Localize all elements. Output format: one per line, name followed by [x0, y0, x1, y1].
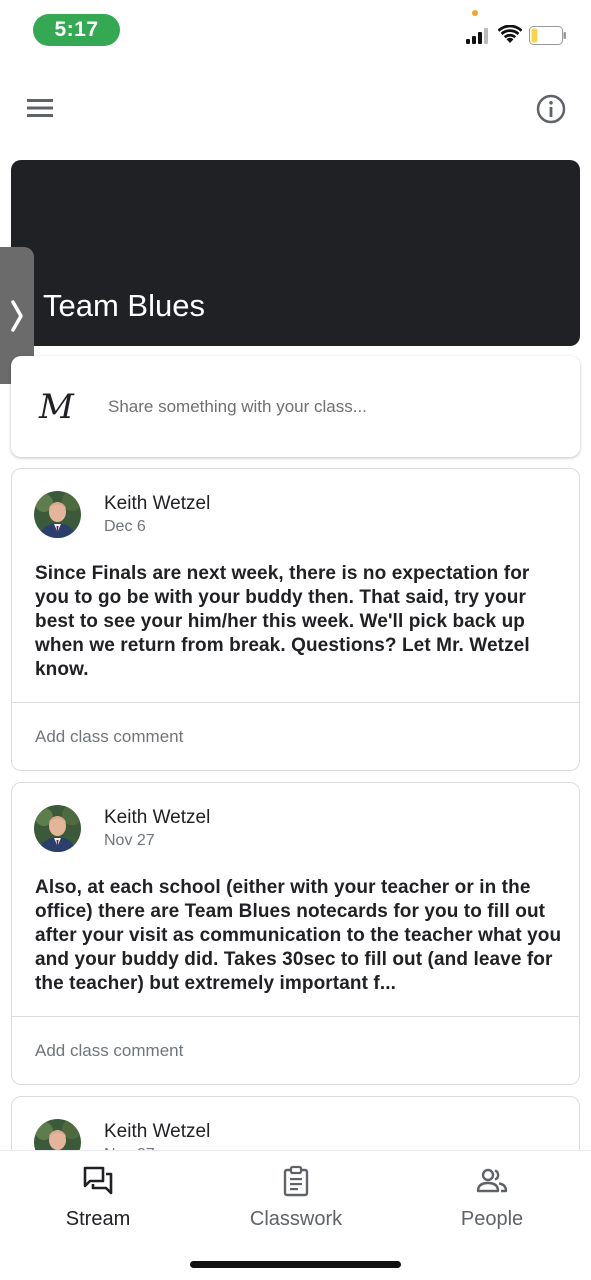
home-indicator: [190, 1261, 401, 1268]
share-with-class-box[interactable]: M Share something with your class...: [11, 356, 580, 457]
post-date: Nov 27: [104, 832, 155, 849]
post-author: Keith Wetzel: [104, 493, 211, 514]
tab-people[interactable]: People: [417, 1159, 567, 1230]
stream-icon: [83, 1166, 113, 1195]
people-icon: [476, 1168, 508, 1193]
tab-classwork-label: Classwork: [249, 1208, 343, 1230]
chevron-right-icon: [11, 299, 23, 332]
battery-icon: [529, 26, 566, 45]
author-avatar: [34, 491, 81, 538]
share-placeholder: Share something with your class...: [108, 397, 367, 416]
add-class-comment-button[interactable]: Add class comment: [35, 1041, 183, 1061]
tab-stream-label: Stream: [65, 1208, 131, 1230]
class-banner: Team Blues: [11, 160, 580, 346]
tab-people-label: People: [460, 1208, 524, 1230]
post-author: Keith Wetzel: [104, 807, 211, 828]
user-avatar: M: [39, 387, 74, 427]
tab-stream[interactable]: Stream: [23, 1159, 173, 1230]
stream-post[interactable]: Keith Wetzel Dec 6 Since Finals are next…: [11, 468, 580, 771]
post-date: Dec 6: [104, 518, 146, 535]
tab-classwork[interactable]: Classwork: [221, 1159, 371, 1230]
status-time: 5:17: [33, 14, 120, 46]
info-icon[interactable]: [535, 93, 567, 125]
privacy-indicator-dot: [472, 10, 478, 16]
divider: [12, 702, 579, 703]
post-body: Also, at each school (either with your t…: [35, 877, 562, 994]
status-bar: 5:17: [0, 0, 591, 60]
cellular-signal-icon: [466, 28, 488, 44]
class-title: Team Blues: [43, 288, 205, 323]
author-avatar: [34, 805, 81, 852]
wifi-icon: [498, 25, 522, 43]
post-author: Keith Wetzel: [104, 1121, 211, 1142]
add-class-comment-button[interactable]: Add class comment: [35, 727, 183, 747]
hamburger-menu-icon[interactable]: [24, 94, 56, 122]
classwork-icon: [283, 1165, 309, 1197]
post-body: Since Finals are next week, there is no …: [35, 563, 530, 680]
stream-post[interactable]: Keith Wetzel Nov 27 Also, at each school…: [11, 782, 580, 1085]
divider: [12, 1016, 579, 1017]
